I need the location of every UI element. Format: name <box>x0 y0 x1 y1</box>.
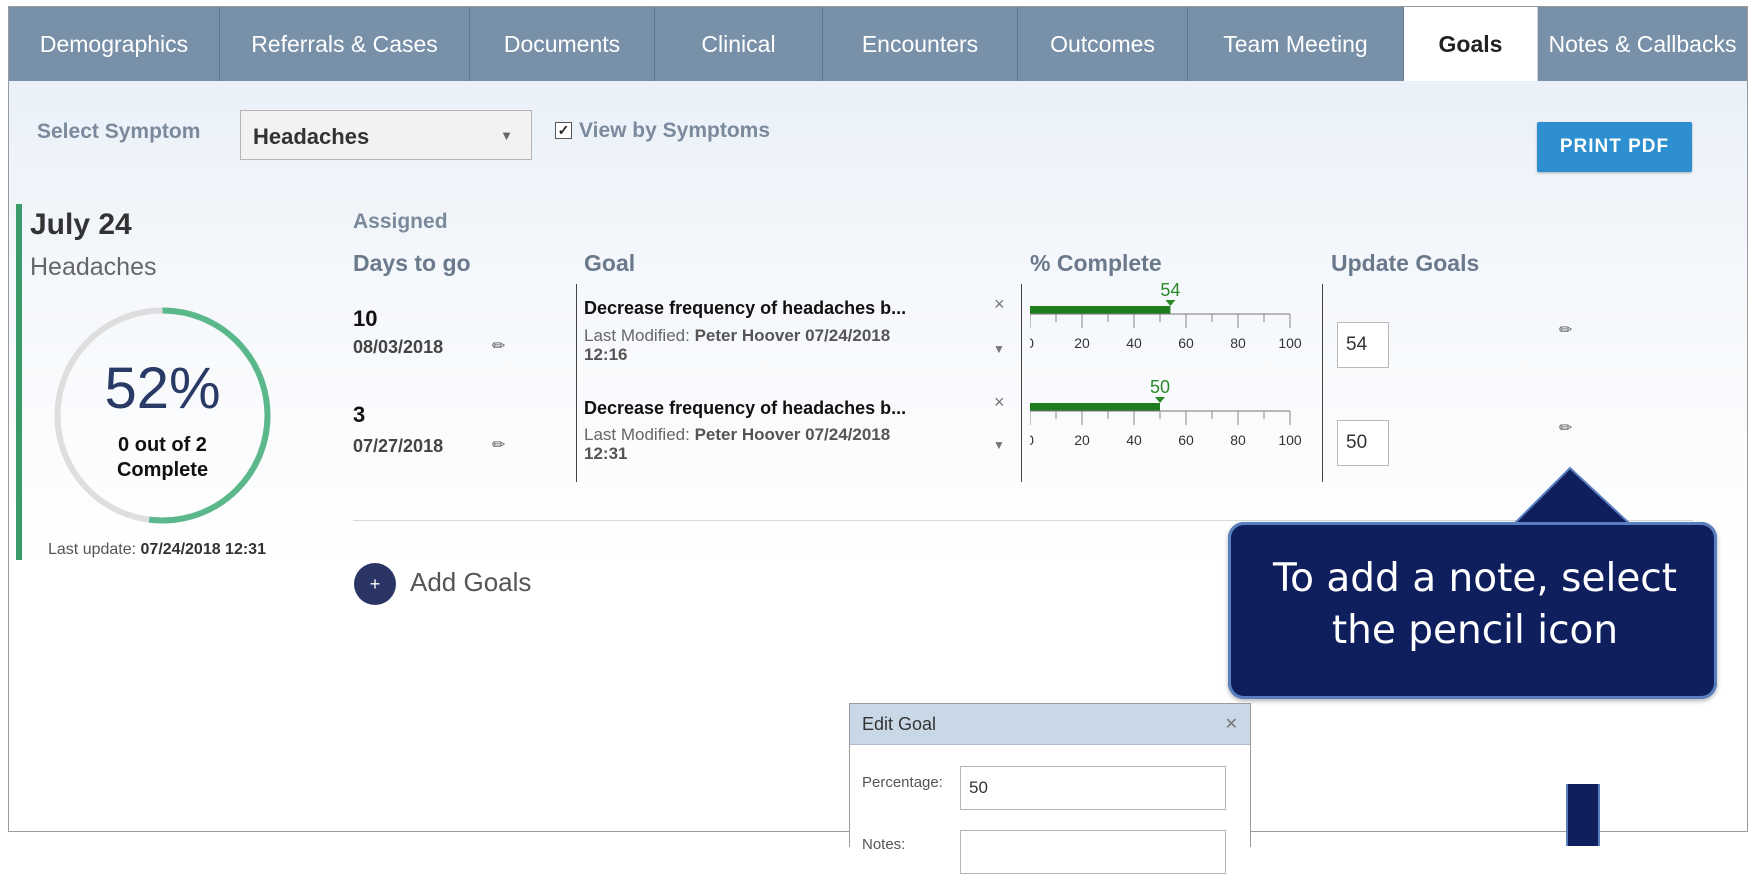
dialog-title: Edit Goal <box>862 714 937 734</box>
scale-tick-label: 0 <box>1030 335 1034 351</box>
percentage-field[interactable] <box>960 766 1226 810</box>
last-update-value: 07/24/2018 12:31 <box>140 541 266 558</box>
progress-fill <box>1030 403 1160 411</box>
progress-scale: 50 0 20 40 60 80 100 <box>1030 377 1302 448</box>
scale-tick-label: 40 <box>1126 335 1142 351</box>
close-icon[interactable]: × <box>994 392 1005 413</box>
modified-label: Last Modified: <box>584 326 690 345</box>
scale-tick-label: 60 <box>1178 335 1194 351</box>
scale-tick-label: 0 <box>1030 432 1034 448</box>
column-divider <box>1021 284 1022 482</box>
notes-label: Notes: <box>862 836 906 853</box>
tab-notes-callbacks[interactable]: Notes & Callbacks <box>1538 7 1747 81</box>
days-to-go-header: Days to go <box>353 250 471 276</box>
symptom-select[interactable]: Headaches ▼ <box>240 110 532 160</box>
modified-by: Peter Hoover 07/24/2018 <box>694 326 891 345</box>
tab-encounters[interactable]: Encounters <box>823 7 1018 81</box>
checkbox-checked-icon[interactable]: ✓ <box>555 122 572 139</box>
update-goals-header: Update Goals <box>1331 250 1480 276</box>
add-goals-button[interactable]: + <box>354 563 396 605</box>
column-divider <box>576 284 577 482</box>
due-date: 07/27/2018 <box>353 436 444 456</box>
scale-tick-label: 80 <box>1230 335 1246 351</box>
edit-goal-dialog: Edit Goal ✕ Percentage: Notes: <box>849 703 1251 874</box>
summary-symptom: Headaches <box>30 253 157 281</box>
summary-date: July 24 <box>30 208 132 241</box>
last-update: Last update: 07/24/2018 12:31 <box>48 541 266 559</box>
modified-by: Peter Hoover 07/24/2018 <box>694 425 891 444</box>
progress-value-label: 54 <box>1160 280 1180 300</box>
due-date: 08/03/2018 <box>353 337 444 357</box>
goal-modified: Last Modified: Peter Hoover 07/24/2018 1… <box>584 425 890 463</box>
update-goal-input[interactable] <box>1337 322 1389 368</box>
update-goal-input[interactable] <box>1337 420 1389 466</box>
tab-goals[interactable]: Goals <box>1404 7 1538 81</box>
row-divider <box>353 520 1693 521</box>
modified-time: 12:31 <box>584 444 628 463</box>
last-update-label: Last update: <box>48 541 137 558</box>
scale-tick-label: 100 <box>1278 432 1302 448</box>
column-divider <box>1322 284 1323 482</box>
print-pdf-button[interactable]: PRINT PDF <box>1537 122 1692 172</box>
view-by-symptoms-checkbox[interactable]: ✓ View by Symptoms <box>555 119 770 143</box>
goal-modified: Last Modified: Peter Hoover 07/24/2018 1… <box>584 326 890 364</box>
scale-tick-label: 80 <box>1230 432 1246 448</box>
callout-pointer <box>1511 466 1633 525</box>
summary-count-line1: 0 out of 2 <box>118 434 207 456</box>
pencil-icon[interactable]: ✏ <box>1559 320 1572 340</box>
percentage-label: Percentage: <box>862 774 943 791</box>
summary-accent-bar <box>16 204 22 560</box>
modified-time: 12:16 <box>584 345 628 364</box>
days-to-go: 10 <box>353 306 378 331</box>
notes-field[interactable] <box>960 830 1226 874</box>
callout-line1: To add a note, select <box>1272 556 1678 601</box>
chevron-down-icon[interactable]: ▼ <box>993 342 1005 356</box>
goal-header: Goal <box>584 250 636 276</box>
progress-scale: 54 0 20 40 60 80 100 <box>1030 280 1302 351</box>
tab-referrals-cases[interactable]: Referrals & Cases <box>220 7 470 81</box>
scale-tick-label: 60 <box>1178 432 1194 448</box>
close-icon[interactable]: ✕ <box>1225 714 1238 734</box>
scale-tick-label: 20 <box>1074 335 1090 351</box>
percent-complete-header: % Complete <box>1030 250 1162 276</box>
tab-outcomes[interactable]: Outcomes <box>1018 7 1188 81</box>
goal-title[interactable]: Decrease frequency of headaches b... <box>584 398 906 419</box>
summary-count-line2: Complete <box>116 459 209 481</box>
pencil-icon[interactable]: ✏ <box>492 336 505 356</box>
view-by-symptoms-label: View by Symptoms <box>579 119 771 142</box>
modified-label: Last Modified: <box>584 425 690 444</box>
callout-text: To add a note, select the pencil icon <box>1240 553 1710 657</box>
dialog-header: Edit Goal ✕ <box>850 704 1250 745</box>
callout-line2: the pencil icon <box>1331 608 1619 653</box>
arrow-pointer <box>1566 784 1600 846</box>
summary-count: 0 out of 2 Complete <box>50 433 275 483</box>
pencil-icon[interactable]: ✏ <box>492 435 505 455</box>
progress-marker-icon <box>1165 300 1176 306</box>
tab-demographics[interactable]: Demographics <box>9 7 220 81</box>
select-symptom-label: Select Symptom <box>37 120 201 143</box>
chevron-down-icon: ▼ <box>500 128 513 143</box>
tab-clinical[interactable]: Clinical <box>655 7 823 81</box>
days-to-go: 3 <box>353 402 366 427</box>
progress-fill <box>1030 306 1171 314</box>
scale-tick-label: 100 <box>1278 335 1302 351</box>
symptom-select-value: Headaches <box>253 124 370 149</box>
tab-documents[interactable]: Documents <box>470 7 655 81</box>
progress-value-label: 50 <box>1150 377 1170 397</box>
scale-tick-label: 40 <box>1126 432 1142 448</box>
close-icon[interactable]: × <box>994 294 1005 315</box>
summary-percent: 52% <box>104 356 221 421</box>
assigned-header: Assigned <box>353 210 448 233</box>
tab-team-meeting[interactable]: Team Meeting <box>1188 7 1404 81</box>
progress-marker-icon <box>1155 397 1165 403</box>
scale-tick-label: 20 <box>1074 432 1090 448</box>
tab-bar: Demographics Referrals & Cases Documents… <box>9 7 1747 81</box>
pencil-icon[interactable]: ✏ <box>1559 418 1572 438</box>
add-goals-label[interactable]: Add Goals <box>410 567 531 598</box>
chevron-down-icon[interactable]: ▼ <box>993 438 1005 452</box>
goal-title[interactable]: Decrease frequency of headaches b... <box>584 298 906 319</box>
